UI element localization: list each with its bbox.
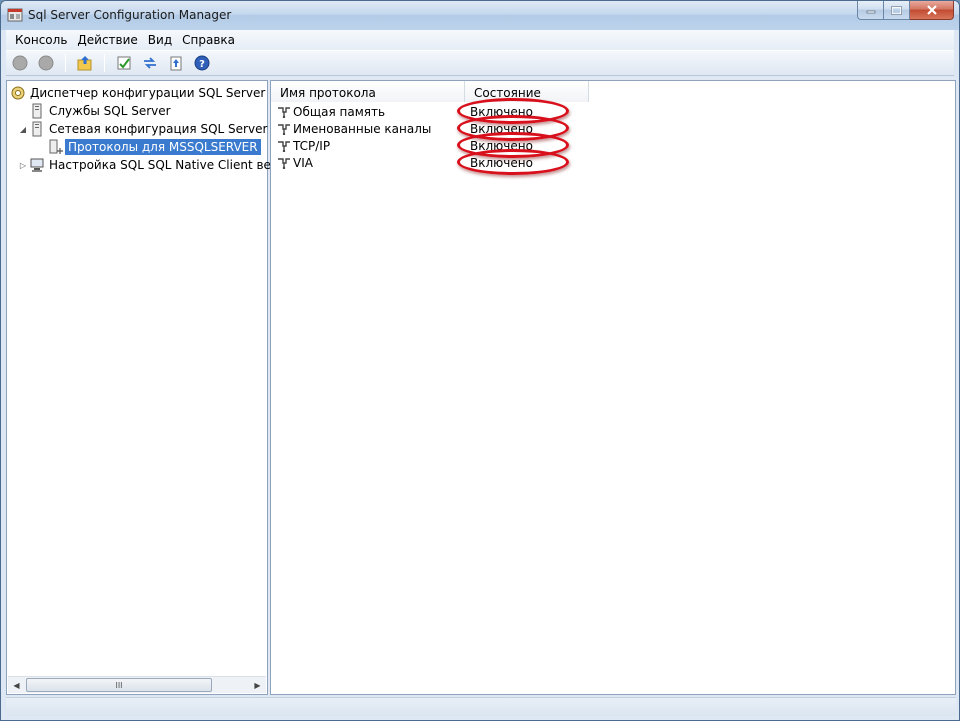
protocol-name: VIA — [293, 155, 313, 170]
menu-action[interactable]: Действие — [72, 33, 142, 47]
tree-item-label: Настройка SQL SQL Native Client верси — [49, 158, 293, 172]
protocol-row-tcp-ip[interactable]: TCP/IP Включено — [271, 131, 569, 158]
title-bar[interactable]: Sql Server Configuration Manager — [1, 1, 959, 30]
refresh-button[interactable] — [140, 53, 160, 73]
minimize-icon — [866, 10, 875, 14]
maximize-icon — [891, 5, 902, 15]
client-icon — [28, 157, 46, 173]
protocol-state: Включено — [457, 131, 569, 158]
back-icon — [12, 55, 28, 71]
export-icon — [170, 56, 182, 71]
close-icon — [926, 5, 937, 15]
tree-pane[interactable]: Диспетчер конфигурации SQL Server (Лока … — [6, 80, 305, 695]
properties-icon — [117, 56, 131, 70]
scroll-left-icon[interactable]: ◀ — [8, 677, 25, 693]
protocol-row-named-pipes[interactable]: Именованные каналы Включено — [271, 114, 569, 141]
scroll-thumb[interactable]: III — [26, 678, 212, 692]
protocol-icon — [271, 106, 293, 118]
tree-item-config-manager[interactable]: Диспетчер конфигурации SQL Server (Лока — [9, 84, 308, 102]
state-text: Включено — [470, 104, 533, 119]
close-button[interactable] — [910, 1, 954, 20]
config-manager-icon — [9, 85, 27, 101]
refresh-icon — [144, 57, 156, 69]
protocol-name: Общая память — [293, 104, 386, 119]
protocol-name: TCP/IP — [293, 138, 331, 153]
protocol-state: Включено — [457, 148, 569, 175]
up-folder-button[interactable] — [75, 53, 95, 73]
tree-item-label: Службы SQL Server — [49, 104, 171, 118]
svg-text:?: ? — [199, 59, 205, 70]
protocol-icon — [271, 140, 293, 152]
up-folder-icon — [77, 56, 92, 71]
protocol-icon — [271, 123, 293, 135]
protocols-icon — [47, 139, 65, 155]
protocol-state: Включено — [457, 97, 569, 124]
column-header-label: Имя протокола — [280, 86, 376, 100]
window-controls — [857, 1, 954, 21]
collapse-arrow-icon[interactable]: ▷ — [18, 161, 28, 170]
state-text: Включено — [470, 155, 533, 170]
properties-button[interactable] — [114, 53, 134, 73]
column-header-protocol-name[interactable]: Имя протокола — [271, 81, 465, 102]
toolbar: ? — [6, 50, 954, 76]
tree-item-protocols-mssqlserver[interactable]: Протоколы для MSSQLSERVER — [37, 138, 261, 156]
menu-help[interactable]: Справка — [177, 33, 240, 47]
column-header-state[interactable]: Состояние — [465, 81, 589, 102]
maximize-button[interactable] — [884, 1, 910, 20]
protocol-row-via[interactable]: VIA Включено — [271, 148, 569, 175]
help-icon: ? — [194, 55, 210, 71]
tree-item-sql-services[interactable]: Службы SQL Server — [18, 102, 174, 120]
app-icon — [7, 8, 23, 22]
expand-arrow-icon[interactable]: ◢ — [18, 125, 28, 134]
forward-button[interactable] — [36, 53, 56, 73]
protocol-state: Включено — [457, 114, 569, 141]
menu-console[interactable]: Консоль — [10, 33, 72, 47]
menu-bar: Консоль Действие Вид Справка — [6, 30, 954, 50]
minimize-button[interactable] — [857, 1, 884, 20]
scroll-right-icon[interactable]: ▶ — [249, 677, 266, 693]
state-text: Включено — [470, 121, 533, 136]
status-bar — [6, 697, 956, 716]
scroll-grip: III — [115, 680, 123, 690]
state-text: Включено — [470, 138, 533, 153]
tree-item-label: Протоколы для MSSQLSERVER — [65, 139, 261, 155]
app-window: Sql Server Configuration Manager Консоль… — [0, 0, 960, 721]
tree-item-native-client[interactable]: ▷ Настройка SQL SQL Native Client верси — [18, 156, 296, 174]
protocol-icon — [271, 157, 293, 169]
protocol-name: Именованные каналы — [293, 121, 432, 136]
tree-item-label: Диспетчер конфигурации SQL Server (Лока — [30, 86, 305, 100]
server-icon — [28, 121, 46, 137]
menu-view[interactable]: Вид — [143, 33, 177, 47]
column-header-label: Состояние — [474, 86, 541, 100]
tree-item-network-config[interactable]: ◢ Сетевая конфигурация SQL Server — [18, 120, 270, 138]
window-title: Sql Server Configuration Manager — [28, 8, 232, 22]
server-icon — [28, 103, 46, 119]
forward-icon — [38, 55, 54, 71]
protocol-row-shared-memory[interactable]: Общая память Включено — [271, 97, 569, 124]
toolbar-separator — [104, 54, 105, 72]
protocol-list-pane[interactable]: Имя протокола Состояние Общая память Вкл… — [270, 80, 956, 695]
help-button[interactable]: ? — [192, 53, 212, 73]
tree-horizontal-scrollbar[interactable]: ◀ III ▶ — [8, 676, 266, 693]
list-header: Имя протокола Состояние — [271, 81, 589, 102]
export-button[interactable] — [166, 53, 186, 73]
back-button[interactable] — [10, 53, 30, 73]
tree-item-label: Сетевая конфигурация SQL Server — [49, 122, 268, 136]
client-area: Диспетчер конфигурации SQL Server (Лока … — [6, 77, 956, 695]
toolbar-separator — [65, 54, 66, 72]
